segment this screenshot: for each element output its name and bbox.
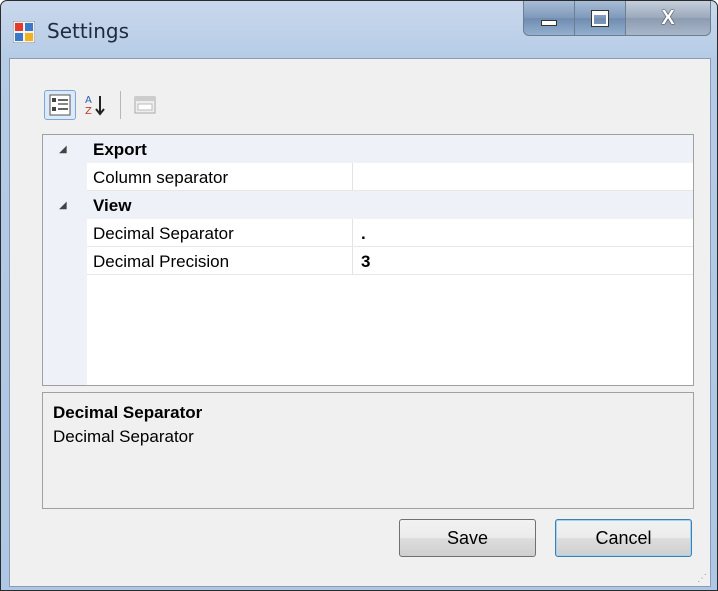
client-area: A Z ◢ Export Column separator ◢ View Dec… bbox=[9, 58, 711, 587]
resize-grip-icon[interactable]: ⋰ bbox=[697, 574, 707, 584]
close-icon: X bbox=[661, 6, 675, 29]
category-label: Export bbox=[93, 140, 147, 159]
row-divider bbox=[87, 274, 693, 275]
property-pages-button[interactable] bbox=[129, 90, 161, 120]
column-divider bbox=[352, 163, 353, 191]
property-value[interactable]: . bbox=[361, 224, 366, 244]
window-title: Settings bbox=[47, 19, 130, 43]
alphabetical-button[interactable]: A Z bbox=[80, 90, 112, 120]
maximize-icon bbox=[591, 9, 609, 27]
save-button[interactable]: Save bbox=[399, 519, 536, 557]
minimize-icon bbox=[541, 20, 557, 26]
collapse-triangle-icon[interactable]: ◢ bbox=[59, 200, 67, 211]
property-name: Decimal Separator bbox=[93, 224, 234, 243]
settings-window: Settings X A Z ◢ Export Column separator… bbox=[0, 0, 718, 591]
property-value[interactable]: 3 bbox=[361, 252, 370, 272]
category-row-view[interactable]: ◢ View bbox=[43, 191, 693, 219]
column-divider bbox=[352, 247, 353, 275]
property-row-column-separator[interactable]: Column separator bbox=[43, 163, 693, 191]
property-row-decimal-separator[interactable]: Decimal Separator . bbox=[43, 219, 693, 247]
column-divider bbox=[352, 219, 353, 247]
title-bar[interactable]: Settings X bbox=[1, 1, 717, 57]
svg-text:Z: Z bbox=[85, 106, 92, 117]
app-icon bbox=[13, 21, 35, 43]
categorized-button[interactable] bbox=[44, 90, 76, 120]
collapse-triangle-icon[interactable]: ◢ bbox=[59, 144, 67, 155]
property-row-decimal-precision[interactable]: Decimal Precision 3 bbox=[43, 247, 693, 275]
close-button[interactable]: X bbox=[625, 1, 711, 36]
category-label: View bbox=[93, 196, 132, 215]
cancel-button[interactable]: Cancel bbox=[555, 519, 692, 557]
help-title: Decimal Separator bbox=[53, 403, 203, 422]
maximize-button[interactable] bbox=[574, 1, 626, 36]
property-name: Decimal Precision bbox=[93, 252, 230, 271]
help-description: Decimal Separator bbox=[53, 427, 194, 446]
property-grid-toolbar: A Z bbox=[44, 89, 161, 121]
help-panel: Decimal Separator Decimal Separator bbox=[42, 392, 694, 509]
property-name: Column separator bbox=[93, 168, 229, 187]
svg-text:A: A bbox=[85, 95, 92, 106]
category-row-export[interactable]: ◢ Export bbox=[43, 135, 693, 163]
alphabetical-sort-icon: A Z bbox=[85, 95, 105, 117]
toolbar-separator bbox=[120, 91, 121, 119]
minimize-button[interactable] bbox=[523, 1, 575, 36]
property-grid: ◢ Export Column separator ◢ View Decimal… bbox=[42, 134, 694, 386]
property-pages-icon bbox=[134, 96, 156, 114]
categorized-icon bbox=[49, 94, 71, 116]
